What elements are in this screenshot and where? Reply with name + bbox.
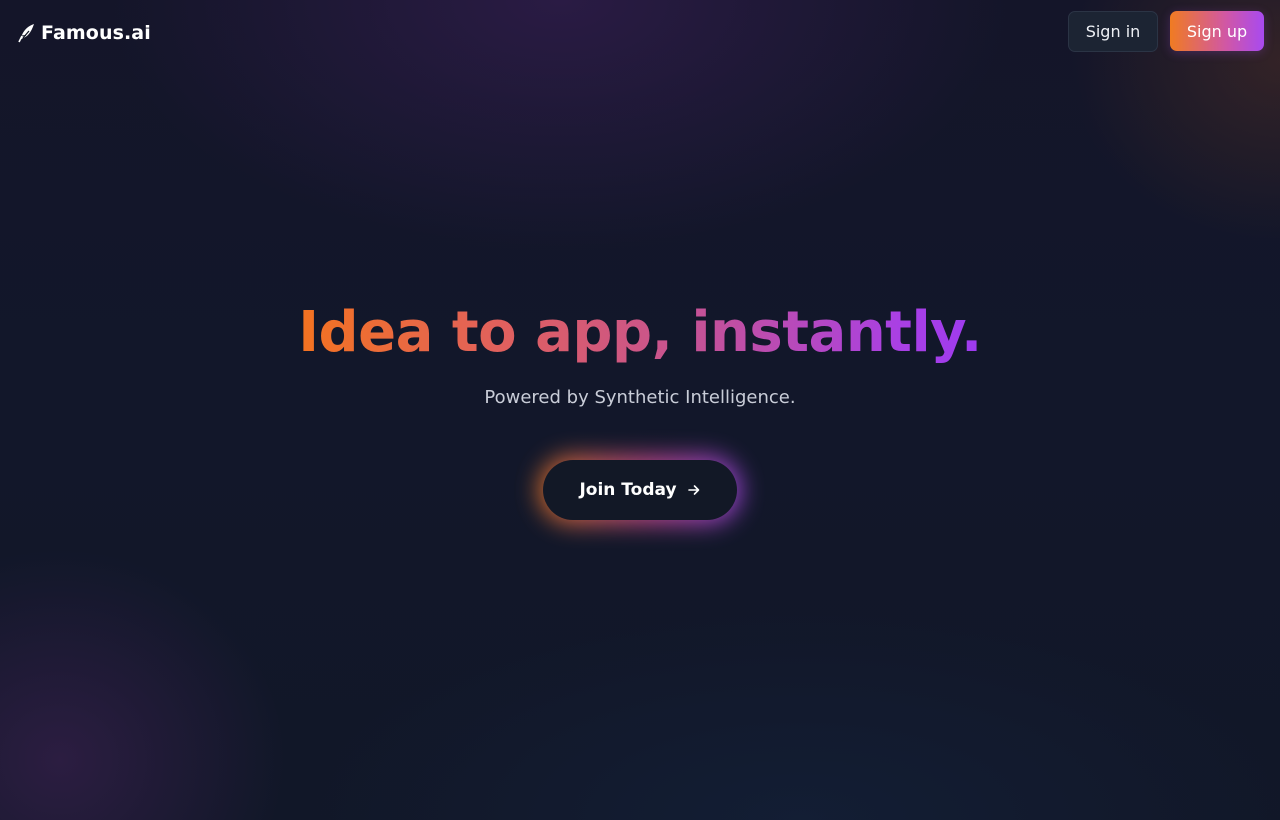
brand-logo[interactable]: Famous.ai <box>18 20 151 46</box>
arrow-right-icon <box>687 485 699 495</box>
rocket-feather-icon <box>18 24 34 43</box>
hero-subtitle: Powered by Synthetic Intelligence. <box>484 387 796 408</box>
sign-in-button[interactable]: Sign in <box>1068 11 1158 52</box>
join-today-button[interactable]: Join Today <box>543 460 737 520</box>
hero-title-text: Idea to app, instantly. <box>298 300 982 365</box>
top-nav: Famous.ai Sign in Sign up <box>0 0 1280 64</box>
brand-name: Famous.ai <box>41 22 151 44</box>
join-today-label: Join Today <box>579 480 677 500</box>
hero-title: Idea to app, instantly. <box>0 296 1280 370</box>
sign-up-button[interactable]: Sign up <box>1170 11 1264 51</box>
cta-container: Join Today <box>539 456 741 524</box>
